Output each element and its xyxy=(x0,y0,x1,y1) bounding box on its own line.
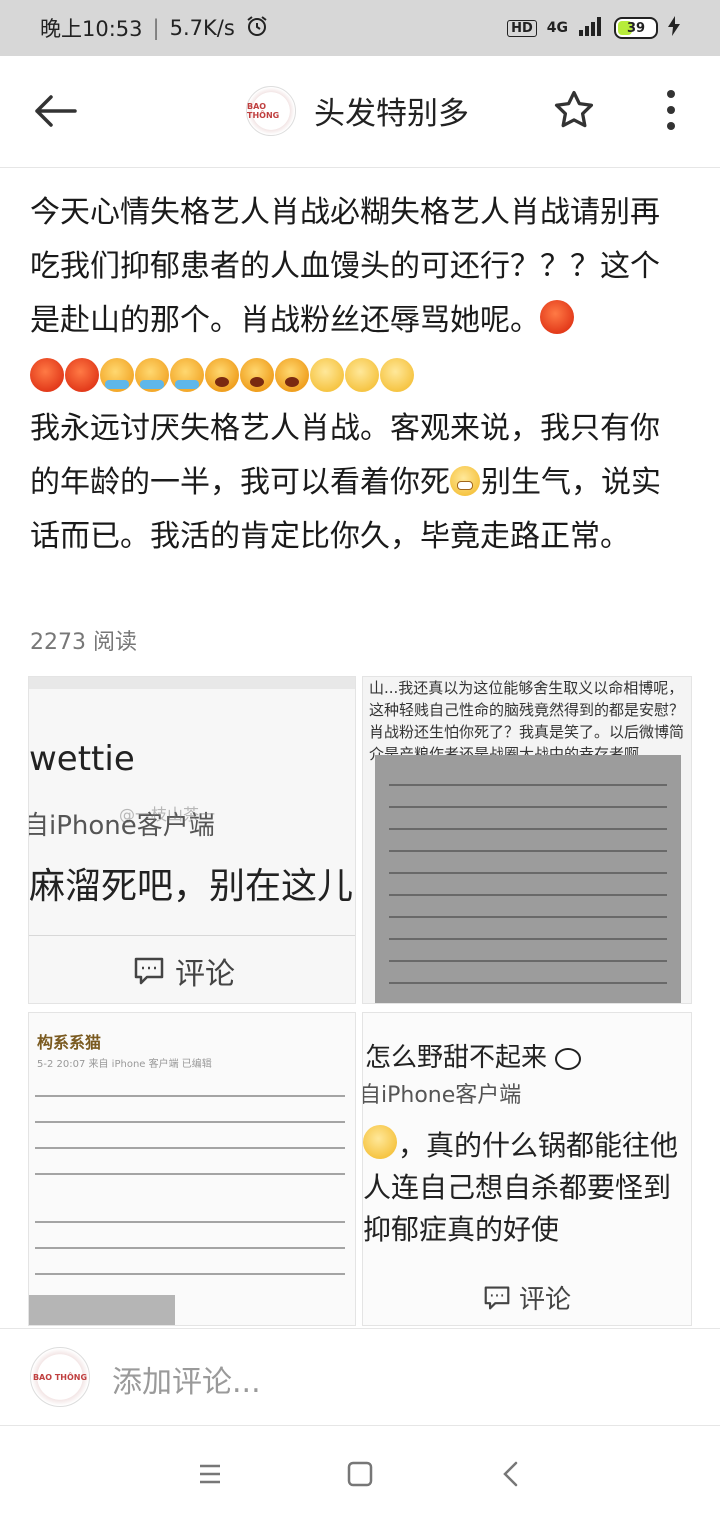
image-author: 构系系猫 xyxy=(37,1033,102,1052)
avatar-text: BAO THÔNG xyxy=(32,1372,88,1382)
status-bar: 晚上10:53 | 5.7K/s HD 4G 39 xyxy=(0,0,720,56)
post-image-3[interactable]: 构系系猫 5-2 20:07 来自 iPhone 客户端 已编辑 xyxy=(28,1012,356,1326)
angry-emoji-icon xyxy=(540,300,574,334)
image-meta: 5-2 20:07 来自 iPhone 客户端 已编辑 xyxy=(37,1059,212,1070)
menu-icon xyxy=(200,1464,220,1484)
grin-emoji-icon xyxy=(450,466,480,496)
alarm-icon xyxy=(245,14,269,43)
home-square-icon xyxy=(347,1461,373,1487)
user-avatar[interactable]: BAO THÔNG xyxy=(30,1347,90,1407)
image-top-strip xyxy=(29,677,355,689)
image-photo-thumb xyxy=(29,1295,175,1325)
signal-icon xyxy=(578,16,604,40)
system-nav-bar xyxy=(0,1426,720,1520)
image-username: 怎么野甜不起来 xyxy=(365,1037,582,1074)
image-divider xyxy=(29,935,355,936)
image-username: wettie xyxy=(29,739,135,779)
smile-emoji-icon xyxy=(363,1125,397,1159)
smirk-emoji-icon xyxy=(345,358,379,392)
image-quote: 麻溜死吧，别在这儿 xyxy=(29,866,354,907)
page-title: 头发特别多 xyxy=(314,96,469,132)
image-screenshot-text: 山...我还真以为这位能够舍生取义以命相博呢，这种轻贱自己性命的脑残竟然得到的都… xyxy=(369,679,685,763)
more-vert-icon xyxy=(667,90,675,130)
panda-emoji-icon xyxy=(555,1047,582,1070)
image-comment-label: 评论 xyxy=(133,949,235,993)
smirk-emoji-icon xyxy=(310,358,344,392)
angry-emoji-icon xyxy=(30,358,64,392)
post-image-4[interactable]: 怎么野甜不起来 自iPhone客户端 ，真的什么锅都能往他 人连自己想自杀都要怪… xyxy=(362,1012,692,1326)
read-count: 2273 阅读 xyxy=(30,630,137,655)
comment-input[interactable]: 添加评论... xyxy=(112,1357,261,1401)
back-button[interactable] xyxy=(30,86,80,136)
star-icon xyxy=(554,90,594,128)
image-client-label: 自iPhone客户端 xyxy=(362,1083,522,1108)
post-image-1[interactable]: wettie 自iPhone客户端 @一枝山茶一 麻溜死吧，别在这儿 评论 xyxy=(28,676,356,1004)
charging-icon xyxy=(668,16,680,40)
system-back-button[interactable] xyxy=(494,1456,530,1492)
comment-icon xyxy=(134,957,164,985)
battery-indicator: 39 xyxy=(614,17,658,39)
crying-emoji-icon xyxy=(135,358,169,392)
network-label: 4G xyxy=(546,20,568,36)
handwritten-note-photo xyxy=(375,755,681,1003)
image-comment-label: 评论 xyxy=(483,1279,571,1316)
yelling-emoji-icon xyxy=(205,358,239,392)
yelling-emoji-icon xyxy=(240,358,274,392)
more-options-button[interactable] xyxy=(656,88,686,132)
favorite-button[interactable] xyxy=(552,88,596,136)
post-body: 今天心情失格艺人肖战必糊失格艺人肖战请别再吃我们抑郁患者的人血馒头的可还行？？？… xyxy=(30,186,680,564)
back-chevron-icon xyxy=(503,1461,518,1487)
status-time: 晚上10:53 xyxy=(40,17,143,41)
status-speed: 5.7K/s xyxy=(169,16,235,40)
yelling-emoji-icon xyxy=(275,358,309,392)
top-app-bar: BAO THÔNG 头发特别多 xyxy=(0,56,720,168)
image-text-block xyxy=(35,1209,345,1289)
status-separator: | xyxy=(152,16,160,40)
recent-apps-button[interactable] xyxy=(192,1456,228,1492)
back-arrow-icon xyxy=(35,95,77,127)
smirk-emoji-icon xyxy=(380,358,414,392)
post-image-2[interactable]: 山...我还真以为这位能够舍生取义以命相博呢，这种轻贱自己性命的脑残竟然得到的都… xyxy=(362,676,692,1004)
comment-icon xyxy=(484,1286,510,1309)
angry-emoji-icon xyxy=(65,358,99,392)
crying-emoji-icon xyxy=(170,358,204,392)
avatar-text: BAO THÔNG xyxy=(247,102,280,120)
emoji-row xyxy=(30,348,680,402)
image-quote: ，真的什么锅都能往他 人连自己想自杀都要怪到 抑郁症真的好使 xyxy=(363,1125,678,1251)
image-text-block xyxy=(35,1083,345,1183)
crying-emoji-icon xyxy=(100,358,134,392)
hd-badge: HD xyxy=(507,19,537,37)
comment-bar: BAO THÔNG 添加评论... xyxy=(0,1328,720,1426)
group-avatar[interactable]: BAO THÔNG xyxy=(246,86,296,136)
image-watermark: @一枝山茶一 xyxy=(119,805,216,824)
home-button[interactable] xyxy=(342,1456,378,1492)
